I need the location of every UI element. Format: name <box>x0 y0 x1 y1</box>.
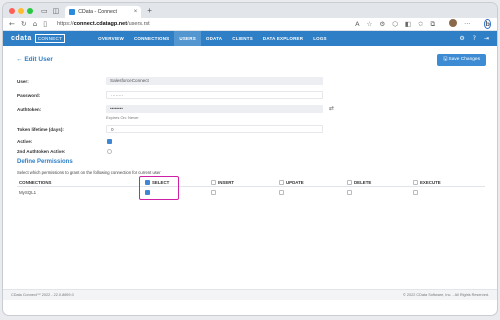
profile-avatar[interactable] <box>449 19 458 27</box>
browser-window: ▭ ◫ CData - Connect × + ← ↻ ⌂ ▯ https://… <box>3 3 497 315</box>
sidebar-icon[interactable]: ▭ <box>41 7 48 15</box>
update-checkbox[interactable] <box>279 190 284 195</box>
delete-checkbox[interactable] <box>347 190 352 195</box>
execute-checkbox[interactable] <box>413 190 418 195</box>
col-update[interactable]: UPDATE <box>279 180 304 185</box>
more-icon[interactable]: ··· <box>464 20 470 28</box>
collections-icon[interactable]: ⧉ <box>430 20 435 29</box>
footer-version: CData Connect™ 2022 - 22.0.8899.0 <box>11 293 74 297</box>
insert-all-checkbox[interactable] <box>211 180 216 185</box>
new-tab-button[interactable]: + <box>147 6 152 15</box>
update-all-checkbox[interactable] <box>279 180 284 185</box>
browser-tab-bar: ▭ ◫ CData - Connect × + <box>3 3 497 18</box>
maximize-window-button[interactable] <box>27 7 33 14</box>
menu-item-connections[interactable]: CONNECTIONS <box>129 31 174 46</box>
active-checkbox[interactable] <box>107 139 112 144</box>
password-field[interactable]: ········ <box>106 91 323 99</box>
url-field[interactable]: https://connect.cdatagp.net/users.rst <box>57 21 150 27</box>
menu-item-clients[interactable]: CLIENTS <box>227 31 258 46</box>
execute-all-checkbox[interactable] <box>413 180 418 185</box>
logo-badge: CONNECT <box>34 34 66 43</box>
user-field: SalesforceConnect <box>106 77 323 85</box>
close-window-button[interactable] <box>9 7 15 14</box>
favicon-icon <box>69 9 76 15</box>
second-authtoken-checkbox[interactable] <box>107 149 112 154</box>
authtoken-label: Authtoken: <box>17 107 42 112</box>
browser-tab[interactable]: CData - Connect × <box>65 6 142 18</box>
tab-close-icon[interactable]: × <box>134 9 138 15</box>
col-delete-label: DELETE <box>354 180 372 185</box>
footer-copyright: © 2022 CData Software, Inc. - All Rights… <box>403 293 489 297</box>
app-nav-bar: cdata CONNECT OVERVIEW CONNECTIONS USERS… <box>3 31 497 46</box>
menu-item-users[interactable]: USERS <box>174 31 201 46</box>
define-permissions-title: Define Permissions <box>17 159 73 165</box>
favorite-star-icon[interactable]: ☆ <box>367 20 373 28</box>
menu-item-overview[interactable]: OVERVIEW <box>93 31 129 46</box>
token-lifetime-label: Token lifetime (days): <box>17 127 64 132</box>
insert-checkbox[interactable] <box>211 190 216 195</box>
col-delete[interactable]: DELETE <box>347 180 371 185</box>
home-icon[interactable]: ⌂ <box>33 20 37 28</box>
main-content: ← Edit User 🖫 Save Changes User: Salesfo… <box>3 46 497 300</box>
save-changes-label: Save Changes <box>448 57 480 62</box>
logout-icon[interactable]: ⇥ <box>484 35 489 42</box>
page-title: Edit User <box>24 56 53 63</box>
address-bar: ← ↻ ⌂ ▯ https://connect.cdatagp.net/user… <box>3 18 497 31</box>
bing-icon[interactable]: b <box>484 19 491 29</box>
minimize-window-button[interactable] <box>18 7 24 14</box>
col-update-label: UPDATE <box>286 180 304 185</box>
menu-item-odata[interactable]: ODATA <box>201 31 227 46</box>
help-icon[interactable]: ? <box>473 35 476 42</box>
delete-all-checkbox[interactable] <box>347 180 352 185</box>
tab-group-icon[interactable]: ◫ <box>53 7 60 15</box>
split-screen-icon[interactable]: ◧ <box>405 20 411 28</box>
active-label: Active: <box>17 139 33 144</box>
table-row: MySQL1 <box>17 188 485 197</box>
regenerate-token-icon[interactable]: ⇄ <box>329 105 334 112</box>
page-footer: CData Connect™ 2022 - 22.0.8899.0 © 2022… <box>3 289 497 300</box>
connection-name: MySQL1 <box>19 190 37 195</box>
menu-item-logs[interactable]: LOGS <box>308 31 332 46</box>
main-menu: OVERVIEW CONNECTIONS USERS ODATA CLIENTS… <box>93 31 332 46</box>
cdata-logo[interactable]: cdata CONNECT <box>11 34 66 43</box>
col-execute[interactable]: EXECUTE <box>413 180 441 185</box>
password-label: Password: <box>17 93 41 98</box>
col-execute-label: EXECUTE <box>420 180 441 185</box>
tab-title: CData - Connect <box>78 9 117 15</box>
read-aloud-icon[interactable]: A <box>355 20 359 28</box>
select-column-highlight <box>139 176 179 200</box>
favorites-icon[interactable]: ✩ <box>418 20 423 28</box>
authtoken-expiry: Expires On: Never <box>106 115 139 120</box>
col-insert-label: INSERT <box>218 180 235 185</box>
back-to-users-link[interactable]: ← Edit User <box>16 56 53 63</box>
extension-icon[interactable]: ⚙ <box>379 20 385 28</box>
user-label: User: <box>17 79 29 84</box>
menu-item-data-explorer[interactable]: DATA EXPLORER <box>258 31 308 46</box>
puzzle-icon[interactable]: ⬡ <box>392 20 398 28</box>
authtoken-field: •••••••• <box>106 105 323 113</box>
settings-icon[interactable]: ⚙ <box>459 35 464 42</box>
col-connections: CONNECTIONS <box>19 180 52 185</box>
permissions-table-header: CONNECTIONS SELECT INSERT UPDATE DELETE … <box>17 178 485 187</box>
refresh-icon[interactable]: ↻ <box>21 20 27 28</box>
save-changes-button[interactable]: 🖫 Save Changes <box>437 54 486 66</box>
page-icon: ▯ <box>43 20 48 28</box>
back-arrow-icon[interactable]: ← <box>9 20 15 28</box>
second-authtoken-label: 2nd Authtoken Active: <box>17 149 66 154</box>
logo-text: cdata <box>11 35 32 42</box>
token-lifetime-field[interactable]: 0 <box>106 125 323 133</box>
col-insert[interactable]: INSERT <box>211 180 234 185</box>
permissions-description: Select which permissions to grant on the… <box>17 170 161 175</box>
